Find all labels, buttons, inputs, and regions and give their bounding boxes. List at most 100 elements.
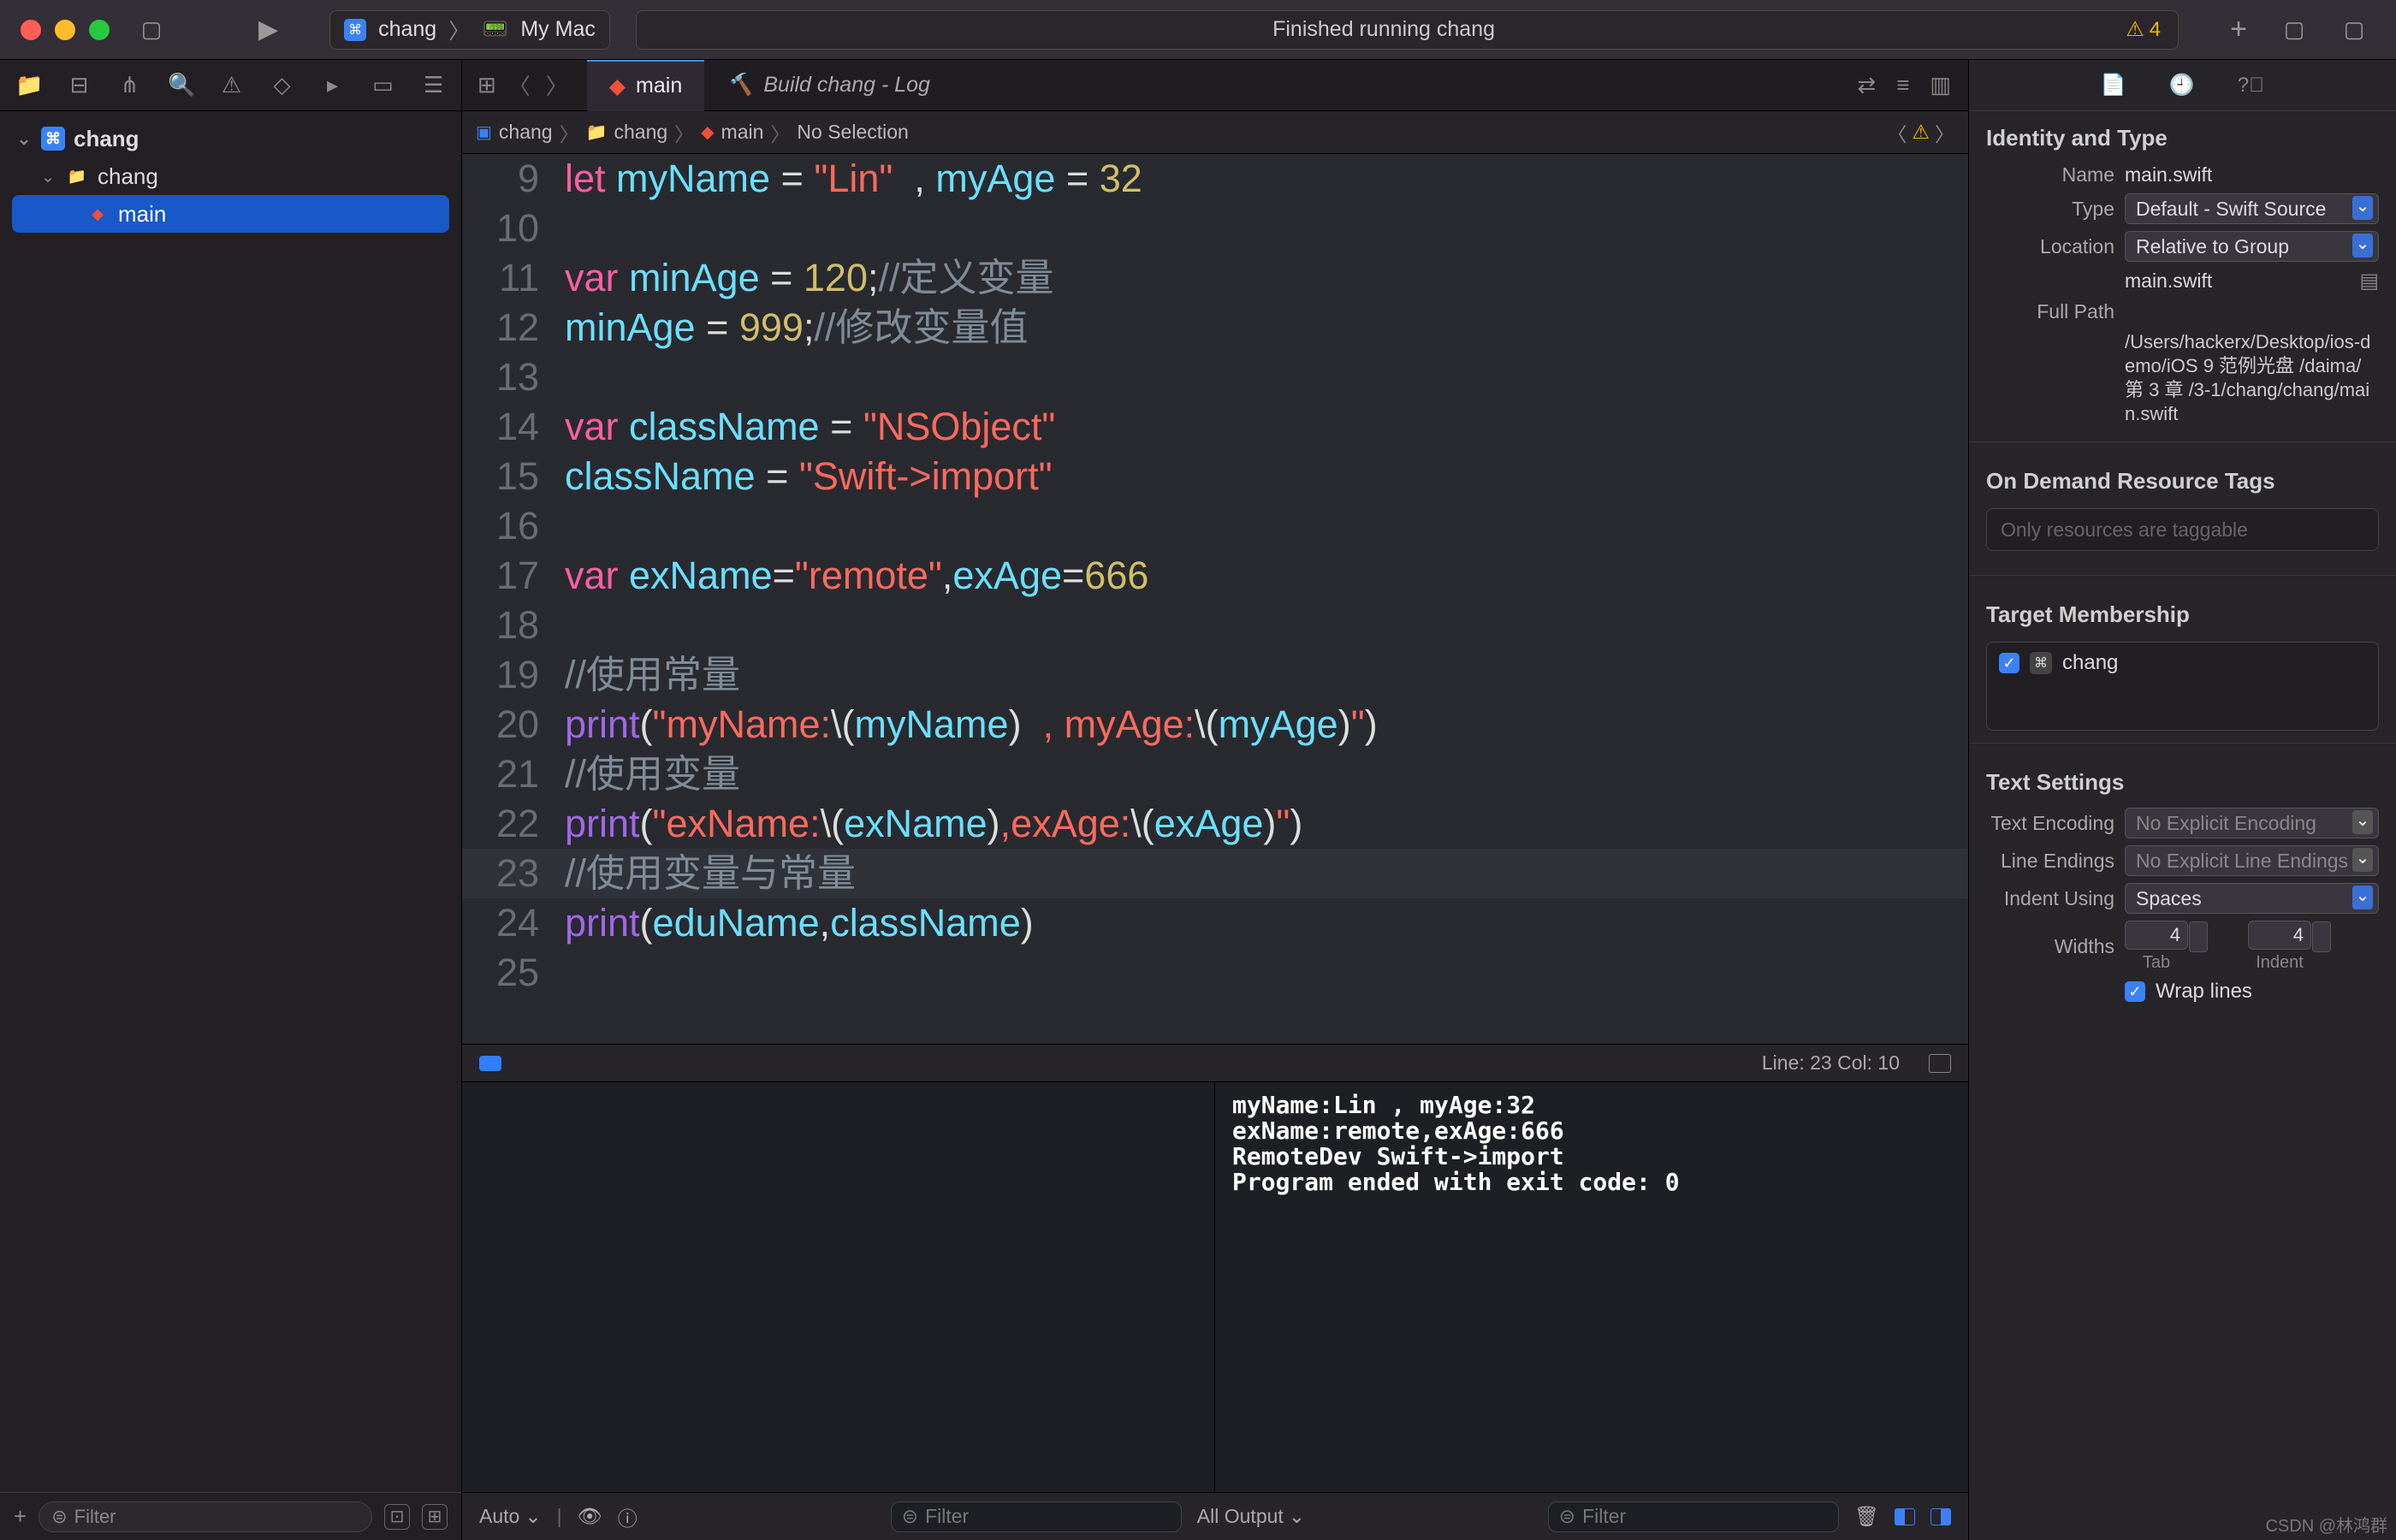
tab-build-log[interactable]: 🔨 Build chang - Log	[704, 60, 952, 111]
nav-back-button[interactable]: 〈	[505, 69, 534, 101]
inspector-tab-bar: 📄 🕘 ?⃝	[1969, 60, 2396, 111]
project-icon: ▣	[476, 121, 492, 143]
target-membership-title: Target Membership	[1969, 588, 2396, 637]
target-row[interactable]: ✓ ⌘ chang	[1999, 651, 2366, 675]
find-navigator-icon[interactable]: 🔍	[168, 72, 193, 98]
file-name-field[interactable]: main.swift	[2125, 163, 2379, 187]
scheme-selector[interactable]: ⌘ chang 〉 📟 My Mac	[329, 10, 610, 50]
navigator-sidebar: 📁 ⊟ ⋔ 🔍 ⚠ ◇ ▸ ▭ ☰ ⌄ ⌘ chang ⌄ 📁	[0, 60, 462, 1540]
project-label: chang	[74, 126, 139, 152]
wrap-lines-label: Wrap lines	[2156, 980, 2252, 1004]
report-navigator-icon[interactable]: ☰	[421, 72, 446, 98]
wrap-lines-checkbox[interactable]: ✓	[2125, 981, 2145, 1002]
editor-options-icon[interactable]: ⇄	[1857, 72, 1876, 98]
variables-view[interactable]	[462, 1082, 1215, 1492]
scheme-target: My Mac	[520, 17, 596, 42]
app-icon: ⌘	[344, 19, 366, 41]
show-console-pane-button[interactable]	[1930, 1508, 1951, 1525]
swift-icon: ◆	[609, 74, 626, 99]
folder-label: chang	[98, 163, 158, 190]
scm-filter-button[interactable]: ⊞	[422, 1504, 448, 1530]
info-icon[interactable]: ⓘ	[618, 1502, 638, 1531]
close-window-button[interactable]	[21, 20, 41, 40]
minimap-icon[interactable]	[1929, 1054, 1951, 1073]
help-inspector-tab[interactable]: ?⃝	[2238, 74, 2264, 98]
project-icon: ⌘	[41, 127, 65, 151]
tab-label: Build chang - Log	[763, 73, 930, 98]
variables-filter-field[interactable]: ⊜Filter	[891, 1502, 1182, 1532]
related-items-icon[interactable]: ⊞	[477, 72, 496, 98]
test-navigator-icon[interactable]: ◇	[270, 72, 294, 98]
tab-main[interactable]: ◆ main	[587, 60, 704, 111]
add-editor-icon[interactable]: ▥	[1930, 72, 1951, 98]
watermark: CSDN @林鸿群	[2265, 1512, 2387, 1537]
toggle-navigator-button[interactable]: ▢	[130, 13, 173, 47]
tab-width-stepper[interactable]: 4	[2125, 921, 2188, 950]
project-navigator-icon[interactable]: 📁	[15, 72, 41, 98]
zoom-window-button[interactable]	[89, 20, 110, 40]
trash-icon[interactable]: 🗑	[1854, 1505, 1879, 1528]
adjust-editor-icon[interactable]: ≡	[1896, 72, 1909, 98]
target-name: chang	[2062, 651, 2118, 675]
jump-bar[interactable]: ▣ chang 〉 📁 chang 〉 ◆ main 〉 No Selectio…	[462, 111, 1968, 154]
filter-placeholder: Filter	[74, 1506, 116, 1528]
breakpoint-navigator-icon[interactable]: ▭	[371, 72, 395, 98]
status-text: Finished running chang	[654, 17, 2114, 42]
editor-status-line: Line: 23 Col: 10	[462, 1044, 1968, 1081]
project-tree: ⌄ ⌘ chang ⌄ 📁 chang ◆ main	[0, 111, 461, 1492]
console-filter-field[interactable]: ⊜Filter	[1548, 1502, 1839, 1532]
history-inspector-tab[interactable]: 🕘	[2169, 73, 2195, 98]
auto-selector[interactable]: Auto ⌄	[479, 1505, 542, 1528]
folder-picker-icon[interactable]: ▤	[2359, 269, 2379, 293]
symbol-navigator-icon[interactable]: ⋔	[117, 72, 142, 98]
toggle-inspector-button[interactable]: ▢	[2333, 13, 2375, 47]
target-checkbox[interactable]: ✓	[1999, 653, 2019, 673]
eye-icon[interactable]: 👁	[578, 1505, 602, 1528]
project-node[interactable]: ⌄ ⌘ chang	[0, 120, 461, 157]
text-encoding-popup[interactable]: No Explicit Encoding	[2125, 808, 2379, 838]
nav-forward-button[interactable]: 〉	[543, 69, 572, 101]
location-popup[interactable]: Relative to Group	[2125, 231, 2379, 262]
next-issue-icon[interactable]: 〉	[1935, 118, 1954, 147]
line-endings-popup[interactable]: No Explicit Line Endings	[2125, 845, 2379, 876]
editor-area: ⊞ 〈 〉 ◆ main 🔨 Build chang - Log ⇄ ≡ ▥	[462, 60, 1968, 1540]
show-variables-pane-button[interactable]	[1895, 1508, 1915, 1525]
app-icon: ⌘	[2030, 652, 2052, 674]
run-button[interactable]: ▶	[258, 15, 278, 44]
breakpoint-toggle[interactable]	[479, 1056, 501, 1071]
navigator-selector: 📁 ⊟ ⋔ 🔍 ⚠ ◇ ▸ ▭ ☰	[0, 60, 461, 111]
debug-area: myName:Lin , myAge:32 exName:remote,exAg…	[462, 1081, 1968, 1492]
add-button[interactable]: +	[14, 1503, 27, 1530]
indent-width-stepper[interactable]: 4	[2248, 921, 2311, 950]
target-membership-list: ✓ ⌘ chang	[1986, 642, 2379, 731]
source-editor[interactable]: 9let myName = "Lin" , myAge = 321011var …	[462, 154, 1968, 1044]
filter-icon: ⊜	[51, 1506, 67, 1528]
inspector-panel: 📄 🕘 ?⃝ Identity and Type Namemain.swift …	[1968, 60, 2396, 1540]
location-file: main.swift	[2125, 270, 2349, 293]
indent-using-popup[interactable]: Spaces	[2125, 883, 2379, 914]
disclosure-icon[interactable]: ⌄	[39, 166, 56, 187]
activity-status-bar[interactable]: Finished running chang ⚠ 4	[636, 10, 2179, 50]
issue-navigator-icon[interactable]: ⚠	[219, 72, 244, 98]
identity-section-title: Identity and Type	[1969, 111, 2396, 160]
resource-tags-field: Only resources are taggable	[1986, 508, 2379, 551]
file-inspector-tab[interactable]: 📄	[2101, 73, 2126, 98]
source-control-navigator-icon[interactable]: ⊟	[67, 72, 92, 98]
prev-issue-icon[interactable]: 〈	[1887, 118, 1907, 147]
file-node-selected[interactable]: ◆ main	[12, 195, 449, 233]
recent-filter-button[interactable]: ⊡	[384, 1504, 410, 1530]
file-label: main	[118, 201, 166, 228]
add-tab-button[interactable]: +	[2204, 13, 2273, 46]
library-button[interactable]: ▢	[2273, 13, 2316, 47]
folder-node[interactable]: ⌄ 📁 chang	[0, 157, 461, 195]
minimize-window-button[interactable]	[55, 20, 75, 40]
warning-indicator[interactable]: ⚠ 4	[2126, 17, 2161, 42]
text-settings-title: Text Settings	[1969, 755, 2396, 804]
file-type-popup[interactable]: Default - Swift Source	[2125, 193, 2379, 224]
console-output[interactable]: myName:Lin , myAge:32 exName:remote,exAg…	[1215, 1082, 1968, 1492]
folder-icon: 📁	[586, 121, 608, 143]
debug-navigator-icon[interactable]: ▸	[320, 72, 345, 98]
output-selector[interactable]: All Output ⌄	[1197, 1505, 1305, 1528]
disclosure-icon[interactable]: ⌄	[15, 128, 33, 150]
navigator-filter-field[interactable]: ⊜ Filter	[39, 1502, 372, 1532]
